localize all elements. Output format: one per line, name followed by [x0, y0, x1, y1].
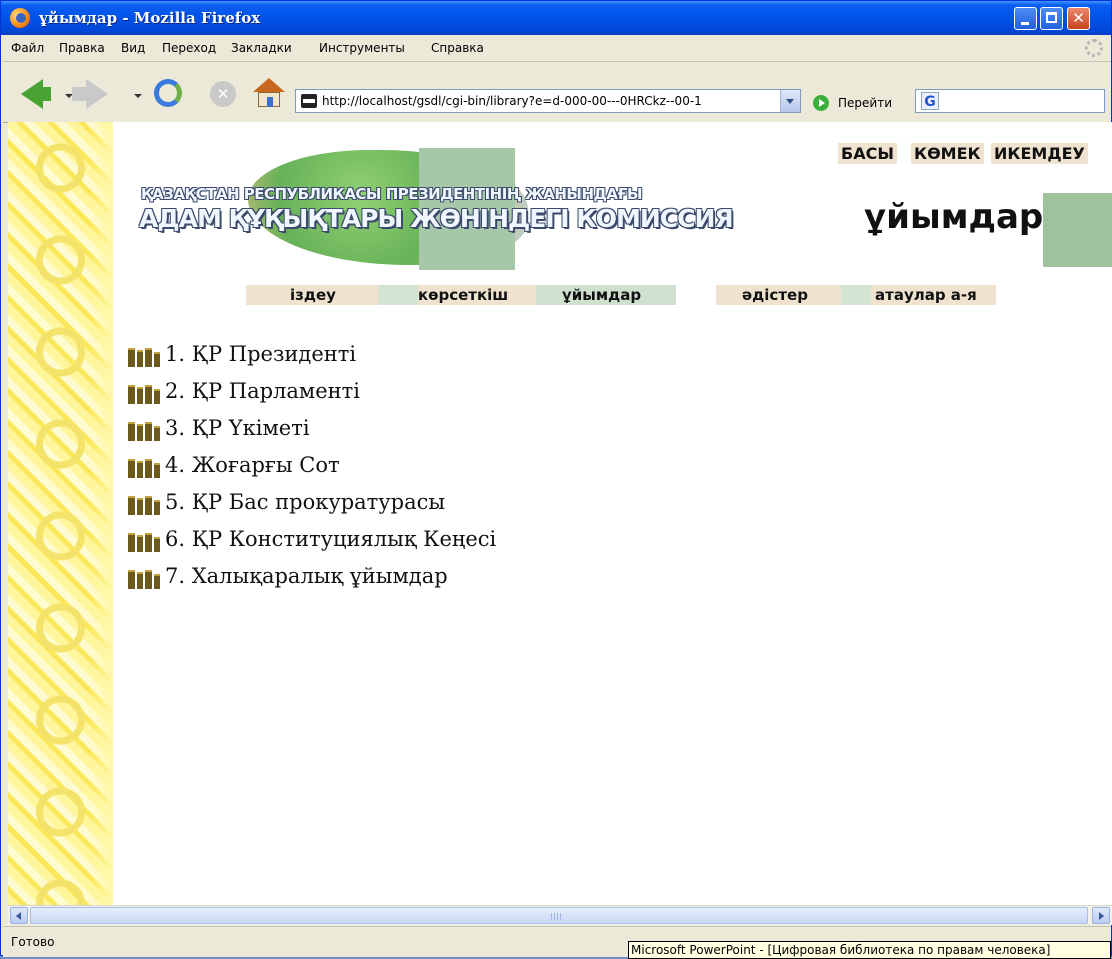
go-icon[interactable] — [813, 95, 829, 111]
navigation-tabs: іздеу көрсеткіш ұйымдар әдістер атаулар … — [246, 285, 996, 305]
kazakh-ornament-border — [8, 122, 113, 905]
title-bar[interactable]: ұйымдар - Mozilla Firefox ✕ — [1, 1, 1111, 35]
menu-edit[interactable]: Правка — [59, 41, 105, 55]
menu-file[interactable]: Файл — [11, 41, 44, 55]
preferences-link[interactable]: ИКЕМДЕУ — [991, 143, 1088, 164]
scroll-right-arrow-icon[interactable] — [1092, 907, 1110, 924]
organization-link[interactable]: 2. ҚР Парламенті — [165, 379, 360, 403]
banner-title-line1: ҚАЗАҚСТАН РЕСПУБЛИКАСЫ ПРЕЗИДЕНТІНІҢ ЖАН… — [141, 185, 643, 203]
site-identity-icon — [301, 94, 317, 108]
maximize-button[interactable] — [1040, 7, 1063, 30]
organization-link[interactable]: 7. Халықаралық ұйымдар — [165, 564, 448, 588]
organization-link[interactable]: 6. ҚР Конституциялық Кеңесі — [165, 527, 496, 551]
organization-link[interactable]: 1. ҚР Президенті — [165, 342, 356, 366]
window-title: ұйымдар - Mozilla Firefox — [39, 9, 261, 27]
scrollbar-thumb[interactable] — [30, 907, 1088, 924]
home-icon[interactable] — [253, 78, 285, 108]
tab-titles-a-z[interactable]: атаулар а-я — [875, 285, 977, 305]
page-title: ұйымдар — [864, 197, 1044, 237]
stop-icon[interactable]: ✕ — [210, 81, 236, 107]
minimize-button[interactable] — [1014, 7, 1037, 30]
menu-bookmarks[interactable]: Закладки — [231, 41, 292, 55]
firefox-icon — [10, 8, 30, 28]
tab-index[interactable]: көрсеткіш — [418, 285, 508, 305]
minimize-icon — [1021, 22, 1029, 25]
maximize-icon — [1046, 12, 1057, 23]
menu-tools[interactable]: Инструменты — [319, 41, 405, 55]
organization-link[interactable]: 4. Жоғарғы Сот — [165, 453, 340, 477]
organization-link[interactable]: 3. ҚР Үкіметі — [165, 416, 310, 440]
bookshelf-icon — [128, 459, 162, 478]
tab-methods[interactable]: әдістер — [742, 285, 808, 305]
back-arrow-icon[interactable] — [21, 79, 51, 109]
bookshelf-icon — [128, 533, 162, 552]
banner-title-line2: АДАМ ҚҰҚЫҚТАРЫ ЖӨНІНДЕГІ КОМИССИЯ — [139, 204, 734, 233]
activity-throbber-icon — [1085, 39, 1103, 57]
menu-go[interactable]: Переход — [162, 41, 216, 55]
heading-accent-block — [1043, 193, 1112, 267]
menu-view[interactable]: Вид — [121, 41, 145, 55]
status-bar: Готово Microsoft PowerPoint - [Цифровая … — [3, 926, 1111, 959]
tab-organizations[interactable]: ұйымдар — [562, 285, 641, 305]
url-input[interactable]: http://localhost/gsdl/cgi-bin/library?e=… — [322, 94, 777, 108]
menu-help[interactable]: Справка — [431, 41, 484, 55]
taskbar-tooltip: Microsoft PowerPoint - [Цифровая библиот… — [628, 941, 1111, 959]
scroll-left-arrow-icon[interactable] — [10, 907, 28, 924]
horizontal-scrollbar[interactable] — [8, 905, 1112, 925]
page-content: ҚАЗАҚСТАН РЕСПУБЛИКАСЫ ПРЕЗИДЕНТІНІҢ ЖАН… — [8, 122, 1112, 905]
help-link[interactable]: КӨМЕК — [911, 143, 984, 164]
go-button[interactable]: Перейти — [838, 96, 892, 110]
search-box[interactable]: G — [915, 89, 1105, 113]
tab-search[interactable]: іздеу — [290, 285, 336, 305]
commission-banner[interactable]: ҚАЗАҚСТАН РЕСПУБЛИКАСЫ ПРЕЗИДЕНТІНІҢ ЖАН… — [133, 135, 734, 275]
navigation-toolbar: ✕ http://localhost/gsdl/cgi-bin/library?… — [3, 62, 1111, 123]
address-bar[interactable]: http://localhost/gsdl/cgi-bin/library?e=… — [295, 89, 801, 113]
status-text: Готово — [11, 935, 55, 949]
forward-history-caret-icon[interactable] — [134, 94, 142, 98]
reload-icon[interactable] — [154, 79, 182, 107]
bookshelf-icon — [128, 422, 162, 441]
bookshelf-icon — [128, 348, 162, 367]
home-link[interactable]: БАСЫ — [838, 143, 897, 164]
url-history-dropdown-icon[interactable] — [780, 90, 800, 112]
organization-link[interactable]: 5. ҚР Бас прокуратурасы — [165, 490, 445, 514]
bookshelf-icon — [128, 496, 162, 515]
close-button[interactable]: ✕ — [1067, 7, 1090, 30]
google-search-icon[interactable]: G — [921, 92, 939, 110]
bookshelf-icon — [128, 570, 162, 589]
browser-window: ұйымдар - Mozilla Firefox ✕ Файл Правка … — [0, 0, 1112, 959]
bookshelf-icon — [128, 385, 162, 404]
scrollbar-grip-icon — [551, 913, 561, 920]
forward-arrow-icon[interactable] — [72, 79, 108, 109]
menu-bar: Файл Правка Вид Переход Закладки Инструм… — [3, 35, 1111, 62]
